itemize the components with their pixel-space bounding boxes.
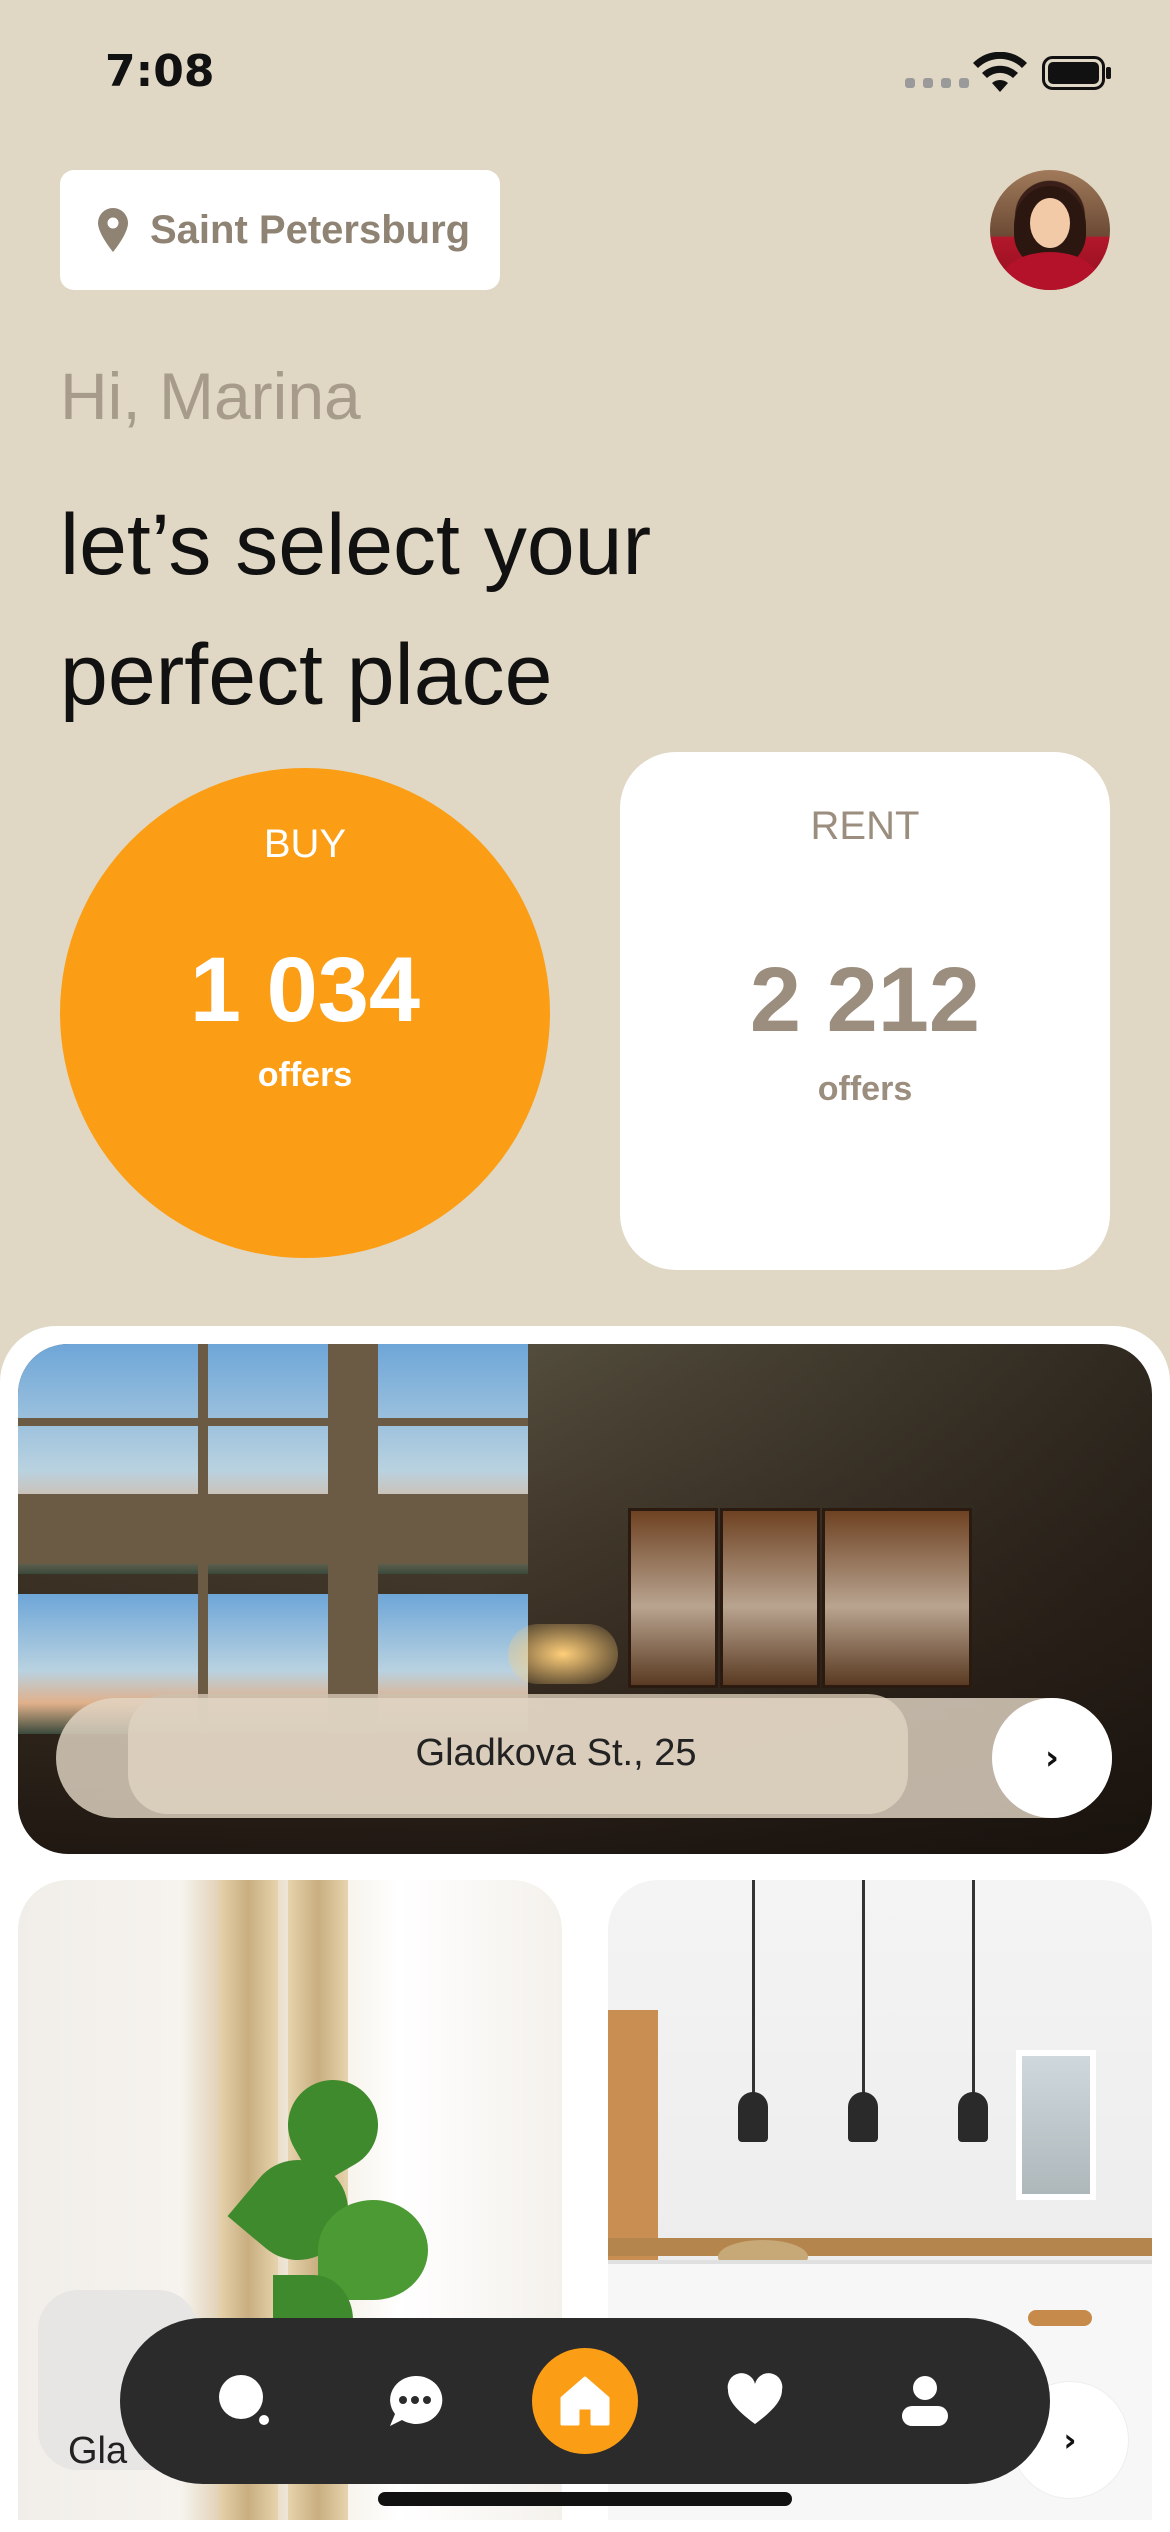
chat-icon <box>390 2375 443 2426</box>
nav-home[interactable] <box>532 2348 638 2454</box>
nav-favorites[interactable] <box>702 2348 808 2454</box>
wifi-icon <box>973 52 1027 92</box>
listing-address: Gladkova St., 25 <box>415 1732 697 1774</box>
status-time: 7:08 <box>105 46 215 97</box>
greeting-hi: Hi, Marina <box>60 359 361 433</box>
battery-icon <box>1042 56 1111 90</box>
nav-chat[interactable] <box>362 2348 468 2454</box>
profile-icon <box>902 2376 948 2426</box>
listing-open-button[interactable]: › <box>992 1698 1112 1818</box>
avatar[interactable] <box>990 170 1110 290</box>
heart-icon <box>727 2373 783 2424</box>
page-title: let’s select your perfect place <box>60 497 652 723</box>
nav-search[interactable] <box>192 2348 298 2454</box>
home-icon <box>560 2376 610 2426</box>
signal-dots-icon <box>905 78 969 88</box>
buy-label: BUY <box>263 822 347 866</box>
buy-unit: offers <box>257 1056 353 1094</box>
bottom-nav <box>120 2318 1050 2484</box>
map-pin-icon <box>98 208 128 252</box>
rent-offers-button[interactable]: RENT 2 212 offers <box>620 752 1110 1270</box>
location-label: Saint Petersburg <box>150 207 471 252</box>
buy-offers-button[interactable]: BUY 1 034 offers <box>60 768 550 1258</box>
home-indicator <box>378 2492 792 2506</box>
rent-count: 2 212 <box>749 949 981 1051</box>
listing-address-partial: Gla <box>68 2430 128 2472</box>
location-selector[interactable]: Saint Petersburg <box>60 170 500 290</box>
rent-label: RENT <box>810 804 920 848</box>
rent-unit: offers <box>817 1070 913 1108</box>
search-icon <box>219 2375 269 2425</box>
nav-profile[interactable] <box>872 2348 978 2454</box>
buy-count: 1 034 <box>189 939 421 1041</box>
